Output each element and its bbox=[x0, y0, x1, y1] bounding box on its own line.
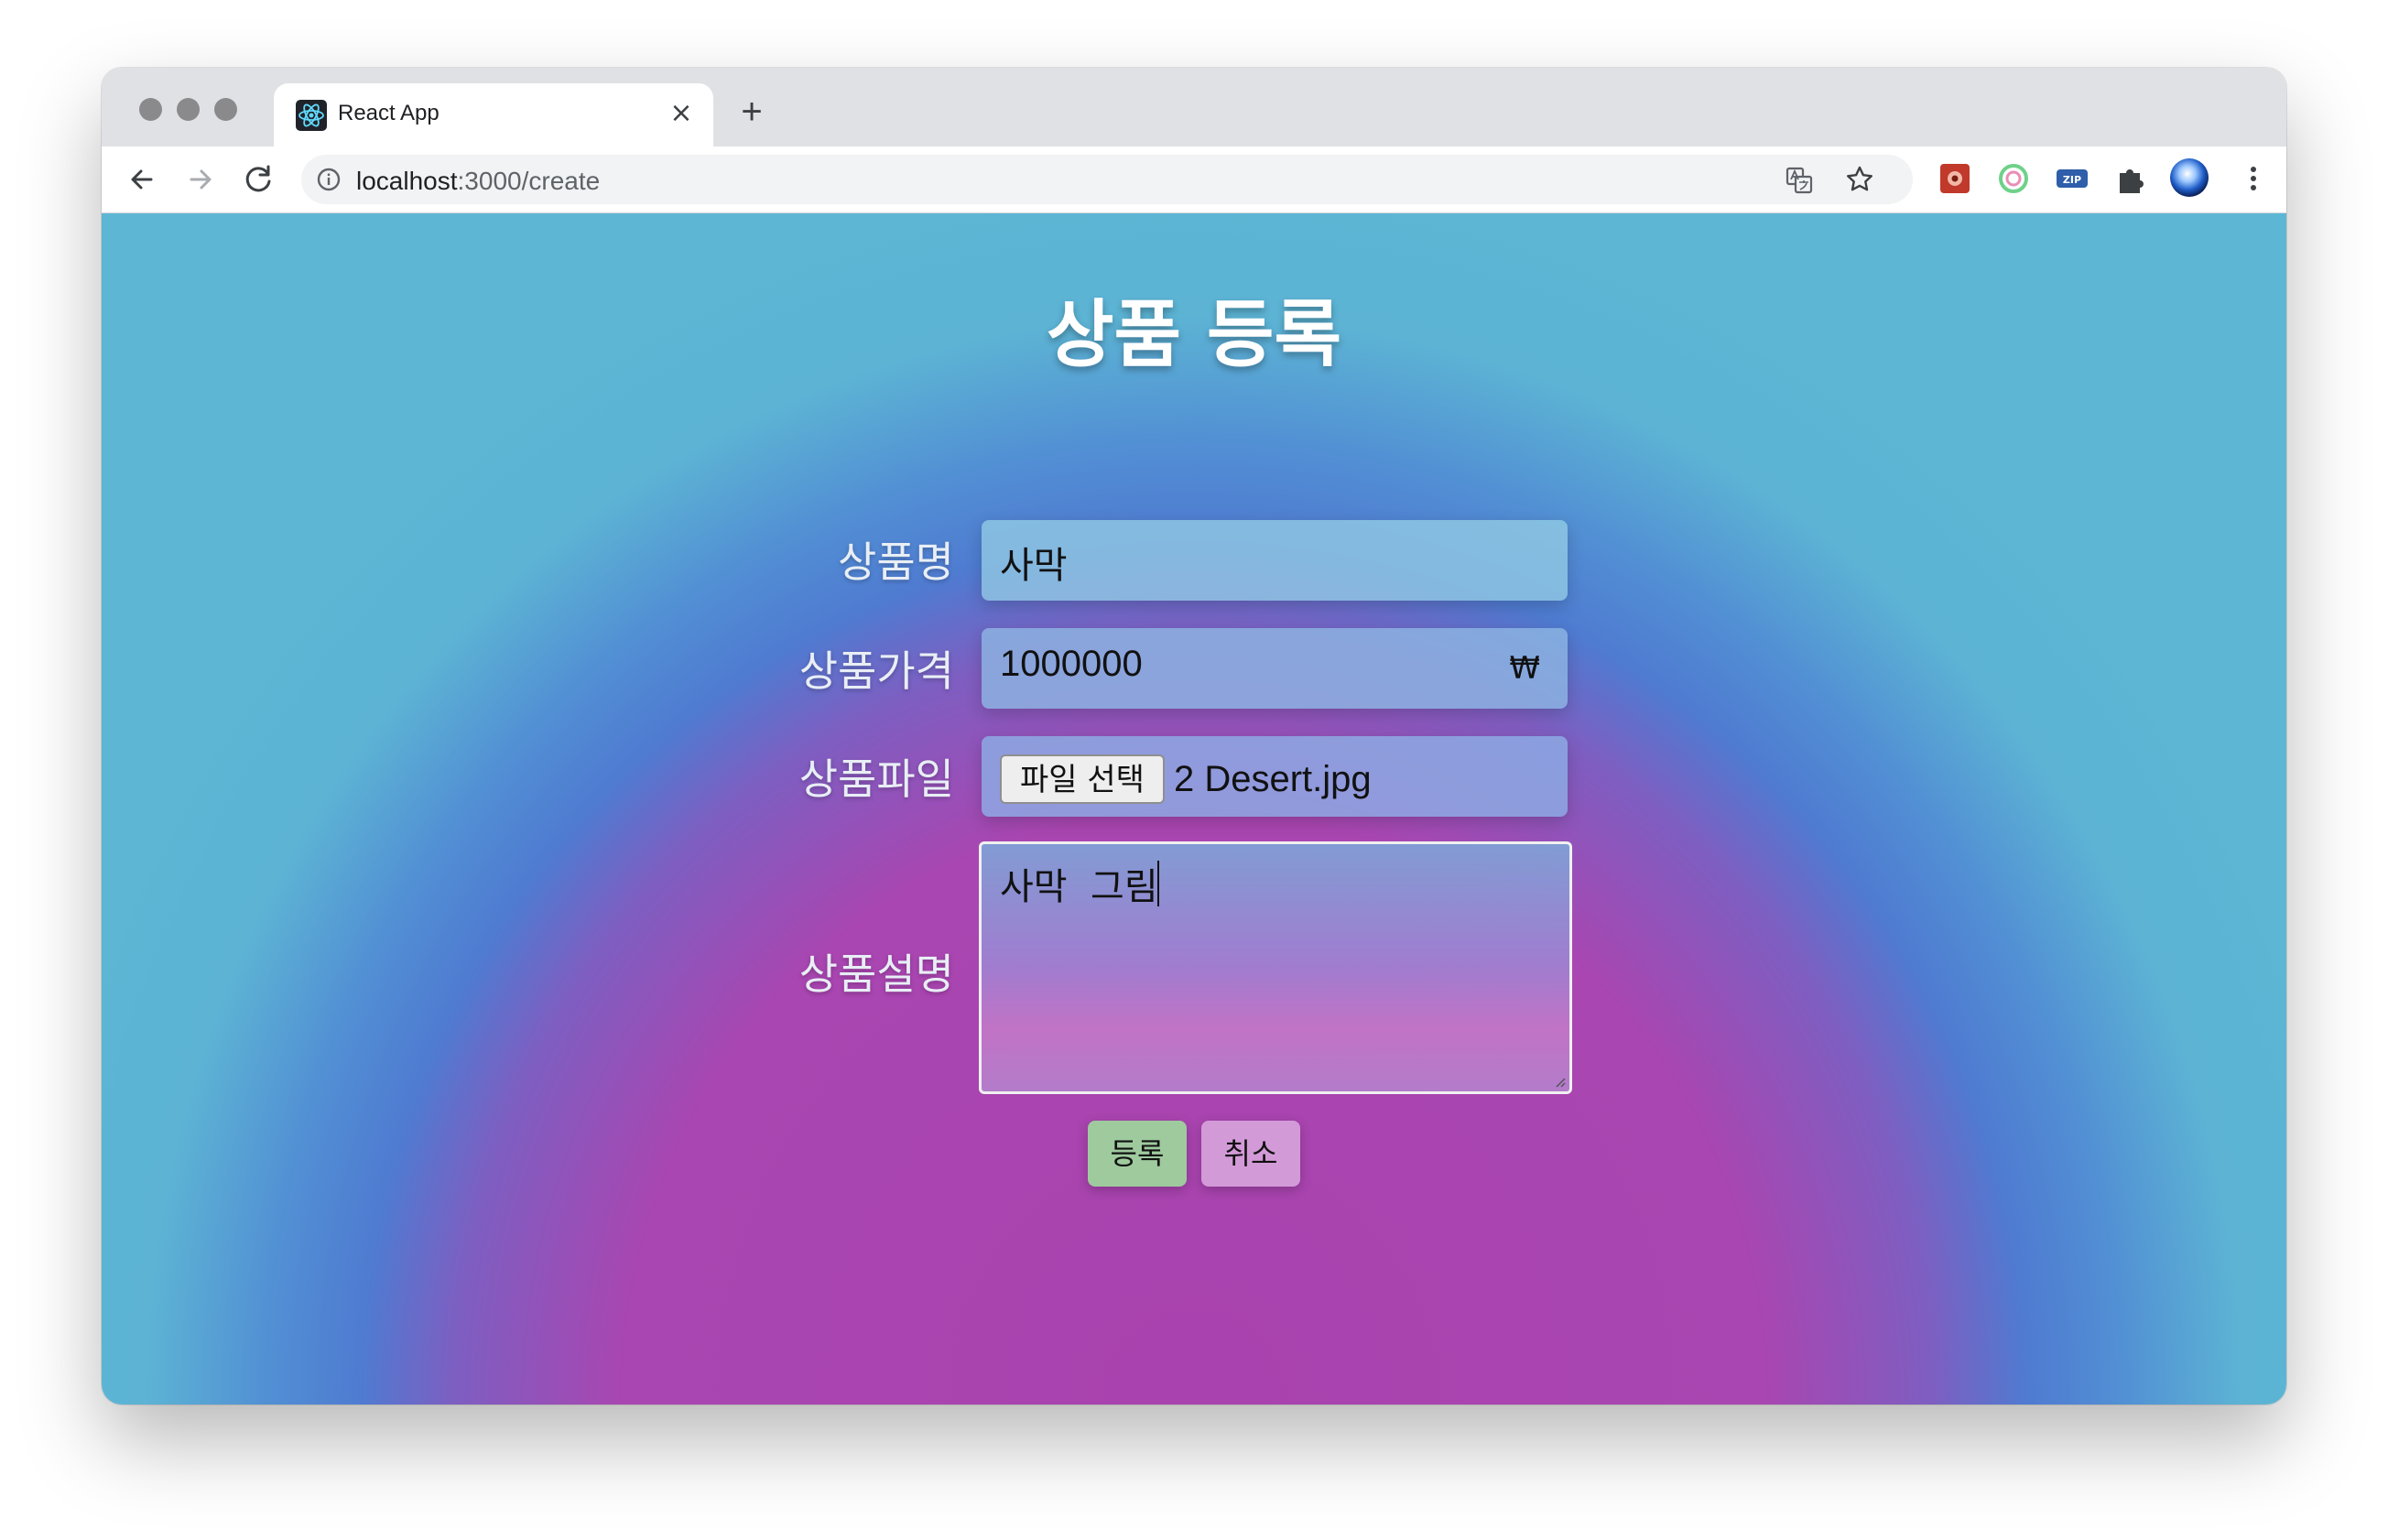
tab-react-app[interactable]: React App × bbox=[274, 83, 713, 146]
bookmark-star-icon[interactable] bbox=[1845, 165, 1874, 194]
product-name-input[interactable]: 사막 bbox=[982, 520, 1568, 601]
minimize-window-icon[interactable] bbox=[177, 98, 200, 121]
url-host: localhost bbox=[356, 167, 458, 195]
browser-toolbar: localhost:3000/create ZIP bbox=[102, 146, 2286, 213]
page-title: 상품 등록 bbox=[1046, 292, 1342, 377]
product-description-textarea[interactable]: 사막 그림 bbox=[979, 841, 1572, 1094]
url-text: localhost:3000/create bbox=[356, 167, 600, 196]
browser-menu-icon[interactable] bbox=[2235, 160, 2272, 197]
product-price-input[interactable]: 1000000 ₩ bbox=[982, 628, 1568, 709]
tab-close-icon[interactable]: × bbox=[666, 98, 697, 129]
product-file-input[interactable]: 파일 선택 2 Desert.jpg bbox=[982, 736, 1568, 817]
product-price-value: 1000000 bbox=[1000, 644, 1143, 684]
tab-bar: React App × + bbox=[102, 68, 2286, 146]
forward-icon[interactable] bbox=[180, 159, 221, 200]
page-content: 상품 등록 상품명 사막 상품가격 1000000 ₩ 상품파일 파일 선택 2… bbox=[102, 213, 2286, 1404]
browser-window: React App × + localhost:3000/create ZIP … bbox=[102, 68, 2286, 1404]
resize-handle-icon[interactable] bbox=[1553, 1075, 1566, 1088]
product-description-label: 상품설명 bbox=[798, 949, 954, 999]
submit-button[interactable]: 등록 bbox=[1088, 1121, 1187, 1187]
text-caret bbox=[1157, 861, 1159, 906]
selected-file-name: 2 Desert.jpg bbox=[1174, 759, 1372, 799]
translate-icon[interactable] bbox=[1785, 166, 1814, 195]
product-name-value: 사막 bbox=[1000, 546, 1068, 586]
new-tab-icon[interactable]: + bbox=[733, 93, 770, 130]
back-icon[interactable] bbox=[122, 159, 162, 200]
extension-red-icon[interactable] bbox=[1937, 160, 1973, 197]
address-bar[interactable]: localhost:3000/create bbox=[301, 155, 1913, 204]
cancel-button[interactable]: 취소 bbox=[1201, 1121, 1300, 1187]
product-price-label: 상품가격 bbox=[798, 646, 954, 696]
reload-icon[interactable] bbox=[239, 159, 279, 200]
info-icon[interactable] bbox=[316, 167, 342, 192]
extension-zip-icon[interactable]: ZIP bbox=[2054, 160, 2090, 197]
extensions-puzzle-icon[interactable] bbox=[2112, 160, 2149, 197]
tab-title: React App bbox=[338, 101, 440, 125]
url-path: :3000/create bbox=[457, 167, 601, 195]
product-name-label: 상품명 bbox=[838, 537, 954, 587]
profile-avatar-icon[interactable] bbox=[2167, 156, 2211, 200]
svg-text:ZIP: ZIP bbox=[2063, 174, 2081, 186]
close-window-icon[interactable] bbox=[139, 98, 162, 121]
react-icon bbox=[296, 100, 327, 131]
won-currency-symbol: ₩ bbox=[1509, 650, 1540, 687]
product-file-label: 상품파일 bbox=[798, 754, 954, 804]
product-description-value: 사막 그림 bbox=[1000, 866, 1158, 908]
zoom-window-icon[interactable] bbox=[214, 98, 237, 121]
extension-green-icon[interactable] bbox=[1995, 160, 2032, 197]
choose-file-button[interactable]: 파일 선택 bbox=[1000, 754, 1165, 804]
